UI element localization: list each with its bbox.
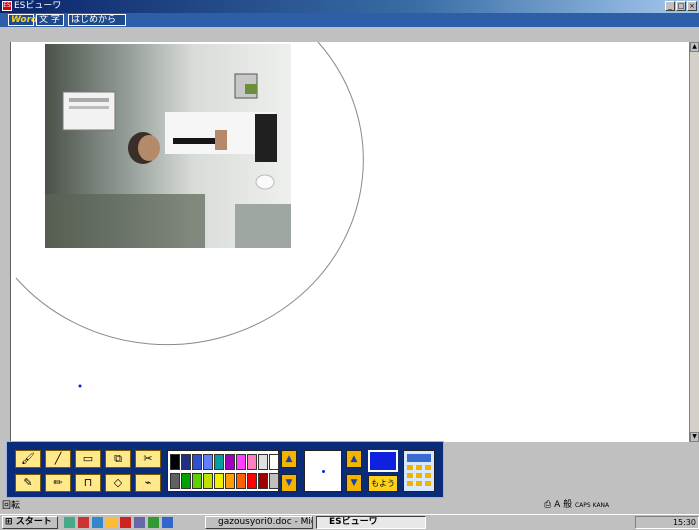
move-tool-icon[interactable]: ✂: [135, 450, 161, 468]
color-swatch[interactable]: [214, 454, 224, 470]
line-tool-icon[interactable]: ╱: [45, 450, 71, 468]
color-swatch[interactable]: [192, 454, 202, 470]
fill-bucket-icon[interactable]: ⊓: [75, 474, 101, 492]
swatch-row-bottom: [170, 473, 279, 489]
brush-size-dot: [322, 470, 325, 473]
color-swatch[interactable]: [170, 454, 180, 470]
desktop-icon[interactable]: [64, 517, 75, 528]
brush-preview: [304, 450, 342, 492]
caps-kana-indicator: CAPS KANA: [574, 502, 610, 509]
pattern-button[interactable]: もよう: [368, 475, 398, 492]
browser-icon[interactable]: [92, 517, 103, 528]
status-mode: 回転: [2, 501, 21, 511]
app-shortcut-icon[interactable]: [120, 517, 131, 528]
current-color-box[interactable]: [368, 450, 398, 472]
color-swatch[interactable]: [247, 473, 257, 489]
ime-toolbar: ⎙ A 般 CAPS KANA: [544, 499, 699, 512]
color-swatch[interactable]: [192, 473, 202, 489]
pencil-icon[interactable]: ✏: [45, 474, 71, 492]
color-swatch[interactable]: [236, 473, 246, 489]
dot-mark: [78, 384, 82, 388]
size-up-icon[interactable]: ▲: [346, 450, 362, 468]
circle-drawing: [15, 41, 364, 346]
color-swatch-panel: [167, 450, 279, 492]
swatch-row-top: [170, 454, 279, 470]
color-swatch[interactable]: [269, 473, 279, 489]
color-swatch[interactable]: [236, 454, 246, 470]
color-swatch[interactable]: [258, 454, 268, 470]
start-label: スタート: [15, 517, 52, 527]
network-icon[interactable]: [162, 517, 173, 528]
mail-icon[interactable]: [78, 517, 89, 528]
taskbar-item-esviewer[interactable]: ESビューワ: [316, 516, 426, 529]
stamp-tool-icon[interactable]: ◇: [105, 474, 131, 492]
taskbar: ⊞ スタート gazousyori0.doc - Micros... ESビュー…: [0, 514, 699, 530]
tool-palette: 🖌 ╱ ▭ ⧉ ✂ ✎ ✏ ⊓ ◇ ⌁ ▲ ▼ ▲ ▼ もよう: [6, 441, 444, 498]
media-icon[interactable]: [134, 517, 145, 528]
ime-mode-text[interactable]: A 般: [554, 500, 572, 510]
color-swatch[interactable]: [225, 454, 235, 470]
color-swatch[interactable]: [181, 473, 191, 489]
color-swatch[interactable]: [170, 473, 180, 489]
color-swatch[interactable]: [247, 454, 257, 470]
size-down-icon[interactable]: ▼: [346, 474, 362, 492]
taskbar-item-word[interactable]: gazousyori0.doc - Micros...: [205, 516, 313, 529]
calculator-icon[interactable]: [403, 450, 435, 492]
color-swatch[interactable]: [269, 454, 279, 470]
windows-logo-icon: ⊞: [5, 517, 13, 527]
rectangle-tool-icon[interactable]: ▭: [75, 450, 101, 468]
color-swatch[interactable]: [181, 454, 191, 470]
paint-brush-icon[interactable]: 🖌: [15, 450, 41, 468]
program-icon[interactable]: [148, 517, 159, 528]
scroll-up-arrow-icon[interactable]: ▲: [281, 450, 297, 468]
color-swatch[interactable]: [203, 454, 213, 470]
spray-tool-icon[interactable]: ⌁: [135, 474, 161, 492]
eraser-icon[interactable]: ✎: [15, 474, 41, 492]
system-tray: 15:30: [635, 516, 699, 529]
start-button[interactable]: ⊞ スタート: [2, 516, 58, 529]
scroll-down-arrow-icon[interactable]: ▼: [281, 474, 297, 492]
printer-icon[interactable]: ⎙: [544, 500, 551, 510]
color-swatch[interactable]: [214, 473, 224, 489]
color-swatch[interactable]: [225, 473, 235, 489]
color-swatch[interactable]: [203, 473, 213, 489]
color-swatch[interactable]: [258, 473, 268, 489]
clock: 15:30: [672, 518, 696, 527]
folder-icon[interactable]: [106, 517, 117, 528]
copy-tool-icon[interactable]: ⧉: [105, 450, 131, 468]
